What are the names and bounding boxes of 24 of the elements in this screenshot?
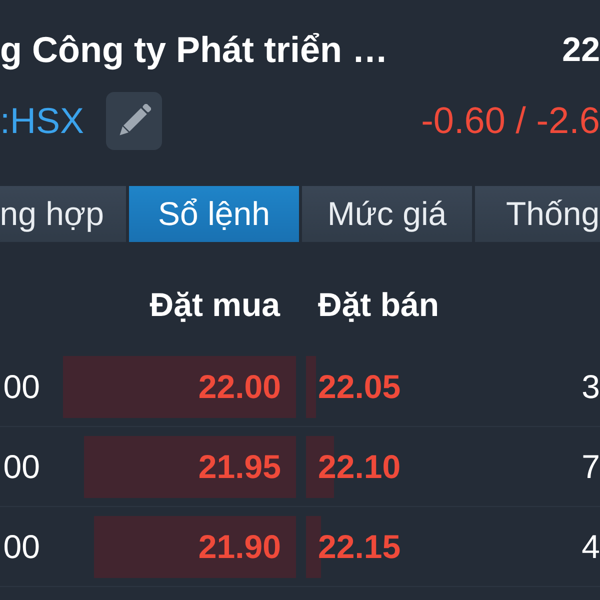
ask-volume: 7 [582,446,600,487]
last-price: 22 [562,30,600,71]
bid-price: 21.90 [198,526,281,567]
tab[interactable]: Sổ lệnh [129,186,299,242]
ask-volume: 3 [582,366,600,407]
price-change: -0.60 / -2.6 [421,99,600,144]
bid-volume: 00 [3,526,40,567]
ask-volume: 4 [582,526,600,567]
pencil-icon [117,104,152,138]
company-name: g Công ty Phát triển … [0,28,388,72]
ask-price: 22.15 [318,526,401,567]
ticker-link[interactable]: :HSX [0,94,84,148]
bid-volume: 00 [3,366,40,407]
bid-volume: 00 [3,446,40,487]
ask-price: 22.05 [318,366,401,407]
column-header: Đặt bán [318,284,440,325]
edit-button[interactable] [106,92,162,150]
tab[interactable]: ng hợp [0,186,126,242]
bid-price: 21.95 [198,446,281,487]
column-header: Đặt mua [150,284,280,325]
ask-price: 22.10 [318,446,401,487]
tab[interactable]: Thống [475,186,600,242]
bid-price: 22.00 [198,366,281,407]
tab[interactable]: Mức giá [302,186,472,242]
